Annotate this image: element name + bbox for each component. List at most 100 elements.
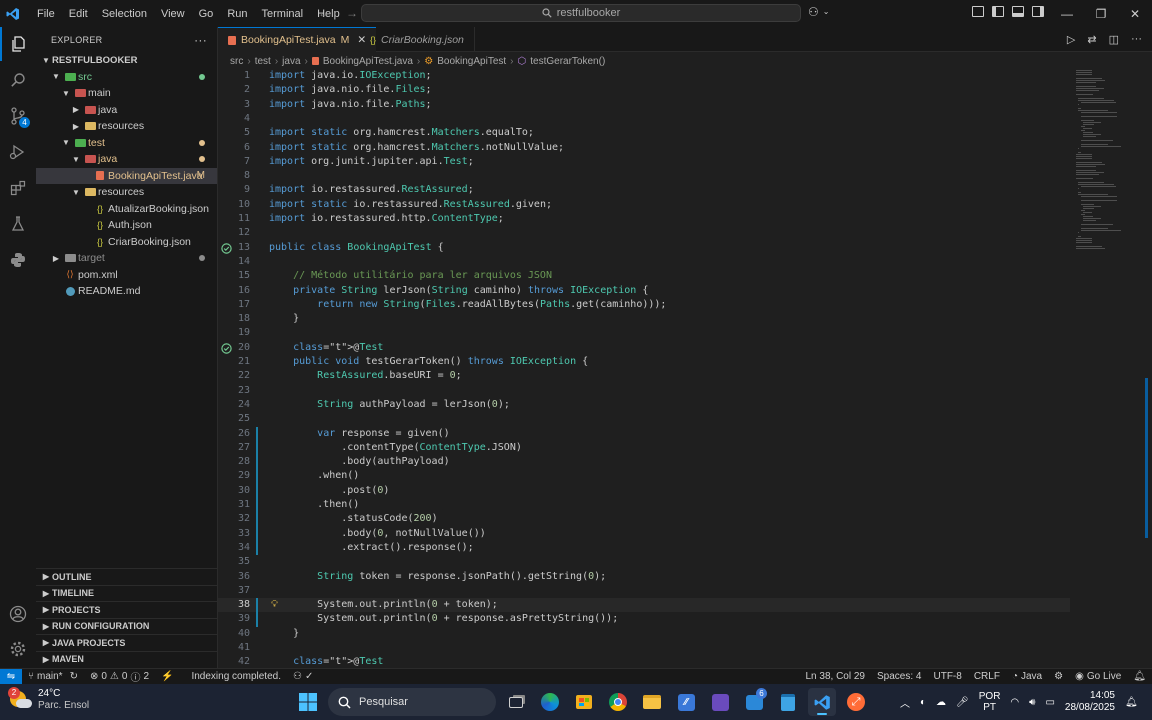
toggle-secondary-sidebar-icon[interactable] (1032, 6, 1044, 17)
code-editor[interactable]: 1 import java.io.IOException; 2 import java… (218, 68, 1070, 668)
tasks-app-icon[interactable]: 6 (740, 688, 768, 716)
tree-item-pom[interactable]: ⟨⟩ pom.xml (36, 267, 217, 284)
code-line[interactable]: 27 .contentType(ContentType.JSON) (218, 441, 1070, 455)
forward-arrow-icon[interactable]: → (346, 6, 358, 20)
code-line[interactable]: 37 (218, 584, 1070, 598)
testing-icon[interactable] (0, 207, 36, 241)
breadcrumb-item[interactable]: java (282, 56, 300, 67)
python-icon[interactable] (0, 243, 36, 277)
keyboard-language[interactable]: POR PT (979, 691, 1001, 713)
tree-item-test-java[interactable]: ▼ java (36, 151, 217, 168)
tree-item-test-resources[interactable]: ▼ resources (36, 184, 217, 201)
code-line[interactable]: 21 public void testGerarToken() throws I… (218, 355, 1070, 369)
code-line[interactable]: 33 .body(0, notNullValue()) (218, 527, 1070, 541)
battery-icon[interactable]: ▭ (1045, 697, 1054, 708)
chrome-icon[interactable] (604, 688, 632, 716)
tree-item-criarbooking[interactable]: {} CriarBooking.json (36, 234, 217, 251)
notepad-icon[interactable] (774, 688, 802, 716)
scrollbar-thumb[interactable] (1145, 378, 1148, 538)
encoding[interactable]: UTF-8 (927, 671, 967, 682)
ports-status[interactable]: ⚡ (155, 671, 179, 682)
close-icon[interactable]: ✕ (1118, 0, 1152, 27)
copilot-button[interactable]: ⚇ ⌄ (808, 5, 829, 19)
maximize-icon[interactable]: ❐ (1084, 0, 1118, 27)
code-line[interactable]: 22 RestAssured.baseURI = 0; (218, 369, 1070, 383)
vscode-taskbar-icon[interactable] (808, 688, 836, 716)
code-line[interactable]: 18 } (218, 312, 1070, 326)
breadcrumb-item[interactable]: BookingApiTest.java (323, 56, 413, 67)
tab-criarbooking[interactable]: {} CriarBooking.json (360, 27, 475, 52)
visual-studio-icon[interactable] (706, 688, 734, 716)
copilot-status[interactable]: ⚇ ✓ (287, 671, 319, 682)
menu-run[interactable]: Run (220, 8, 254, 20)
tree-item-src[interactable]: ▼ src (36, 69, 217, 86)
code-line[interactable]: 23 (218, 384, 1070, 398)
source-control-icon[interactable]: 4 (0, 99, 36, 133)
tree-item-auth[interactable]: {} Auth.json (36, 217, 217, 234)
tree-root[interactable]: ▼ RESTFULBOOKER (36, 52, 217, 69)
tree-item-bookingapitest[interactable]: BookingApiTest.java M (36, 167, 217, 184)
breadcrumb-item[interactable]: testGerarToken() (530, 56, 605, 67)
code-line[interactable]: 3 import java.nio.file.Paths; (218, 98, 1070, 112)
split-editor-icon[interactable]: ◫ (1109, 33, 1119, 46)
code-line[interactable]: 10 import static io.restassured.RestAssur… (218, 198, 1070, 212)
microphone-icon[interactable]: 🎤︎ (956, 697, 969, 708)
lightbulb-icon[interactable]: 💡︎ (271, 598, 278, 612)
code-line[interactable]: 26 var response = given() (218, 427, 1070, 441)
language-mode[interactable]: ◔ Java (1006, 671, 1048, 682)
code-line[interactable]: 16 private String lerJson(String caminho… (218, 284, 1070, 298)
tree-item-main[interactable]: ▼ main (36, 85, 217, 102)
code-line[interactable]: 25 (218, 412, 1070, 426)
section-java-projects[interactable]: ▶ JAVA PROJECTS (36, 634, 218, 651)
wifi-icon[interactable]: ◠ (1010, 697, 1019, 708)
code-line[interactable]: 31 .then() (218, 498, 1070, 512)
toggle-primary-sidebar-icon[interactable] (992, 6, 1004, 17)
indentation[interactable]: Spaces: 4 (871, 671, 927, 682)
volume-icon[interactable]: 🔊︎ (1029, 697, 1035, 708)
code-line[interactable]: 39 System.out.println(0 + response.asPre… (218, 612, 1070, 626)
remote-indicator-icon[interactable]: ⇋ (0, 668, 22, 685)
menu-file[interactable]: File (30, 8, 62, 20)
tray-cloud-icon[interactable]: ☁ (936, 697, 946, 708)
notification-center-icon[interactable]: 🔔︎ (1125, 697, 1138, 708)
code-line[interactable]: 35 (218, 555, 1070, 569)
store-icon[interactable] (570, 688, 598, 716)
section-timeline[interactable]: ▶ TIMELINE (36, 584, 218, 602)
taskbar-search[interactable]: Pesquisar (328, 688, 496, 716)
azure-data-studio-icon[interactable]: ⁄⁄ (672, 688, 700, 716)
more-actions-icon[interactable]: ··· (194, 33, 207, 47)
code-line[interactable]: 42 class="t">@Test (218, 655, 1070, 668)
code-line[interactable]: 6 import static org.hamcrest.Matchers.not… (218, 141, 1070, 155)
menu-view[interactable]: View (154, 8, 192, 20)
weather-widget[interactable]: 2 24°C Parc. Ensol (8, 687, 89, 712)
code-line[interactable]: 8 (218, 169, 1070, 183)
clock[interactable]: 14:05 28/08/2025 (1065, 690, 1115, 714)
code-line[interactable]: 12 (218, 226, 1070, 240)
search-icon[interactable] (0, 63, 36, 97)
minimize-icon[interactable]: — (1050, 0, 1084, 27)
code-line[interactable]: 17 return new String(Files.readAllBytes(… (218, 298, 1070, 312)
breadcrumb-item[interactable]: test (255, 56, 271, 67)
file-explorer-icon[interactable] (638, 688, 666, 716)
code-line[interactable]: 1 import java.io.IOException; (218, 69, 1070, 83)
run-debug-icon[interactable] (0, 135, 36, 169)
tree-item-target[interactable]: ▶ target (36, 250, 217, 267)
code-line[interactable]: 41 (218, 641, 1070, 655)
section-run-configuration[interactable]: ▶ RUN CONFIGURATION (36, 617, 218, 635)
code-line[interactable]: 11 import io.restassured.http.ContentType… (218, 212, 1070, 226)
task-view-icon[interactable] (502, 688, 530, 716)
postman-icon[interactable]: ⤢ (842, 688, 870, 716)
breadcrumb-item[interactable]: src (230, 56, 243, 67)
code-line[interactable]: 7 import org.junit.jupiter.api.Test; (218, 155, 1070, 169)
minimap[interactable] (1070, 68, 1152, 668)
notifications-bell-icon[interactable]: 🔔︎ (1127, 671, 1152, 682)
code-line[interactable]: 4 (218, 112, 1070, 126)
menu-edit[interactable]: Edit (62, 8, 95, 20)
code-line[interactable]: 40 } (218, 627, 1070, 641)
code-line[interactable]: 28 .body(authPayload) (218, 455, 1070, 469)
compare-icon[interactable]: ⇄ (1087, 33, 1096, 46)
code-line[interactable]: 9 import io.restassured.RestAssured; (218, 183, 1070, 197)
customize-layout-icon[interactable] (972, 6, 984, 17)
start-windows-icon[interactable] (294, 688, 322, 716)
extensions-icon[interactable] (0, 171, 36, 205)
